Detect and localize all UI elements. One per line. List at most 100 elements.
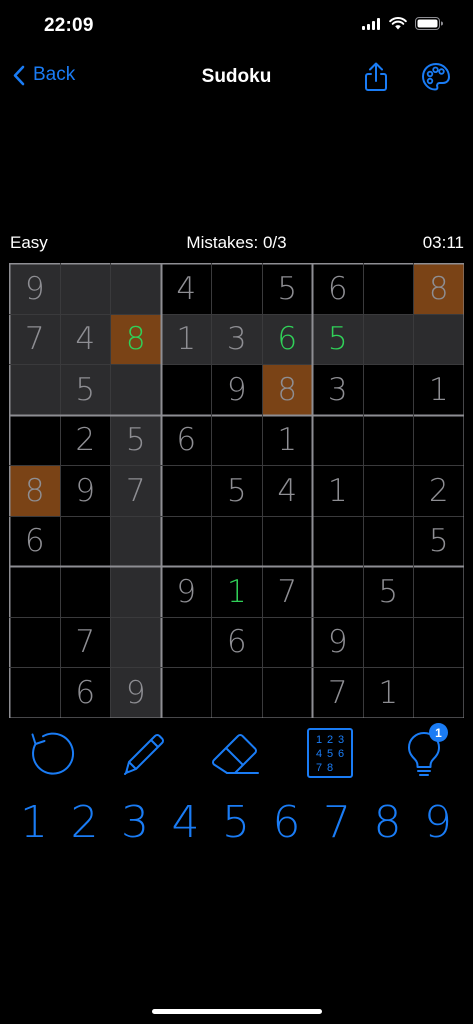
board-cell[interactable]: 1 [313, 466, 364, 517]
board-cell[interactable]: 6 [313, 264, 364, 315]
board-cell[interactable]: 7 [60, 617, 111, 668]
number-key-1[interactable]: 1 [9, 792, 59, 852]
board-cell[interactable] [60, 263, 111, 314]
board-cell[interactable] [10, 668, 61, 719]
board-cell[interactable]: 7 [313, 668, 364, 719]
board-cell[interactable] [212, 415, 263, 466]
board-cell[interactable]: 9 [313, 617, 364, 668]
board-cell[interactable] [161, 516, 212, 567]
board-cell[interactable] [414, 567, 465, 618]
board-cell[interactable]: 6 [60, 668, 111, 719]
board-cell[interactable]: 5 [212, 466, 263, 517]
board-cell[interactable]: 4 [161, 264, 212, 315]
board-cell[interactable] [110, 364, 161, 415]
battery-icon [415, 17, 443, 30]
share-button[interactable] [362, 61, 390, 98]
board-cell[interactable] [212, 264, 263, 315]
board-cell[interactable]: 3 [313, 365, 364, 416]
number-key-9[interactable]: 9 [413, 792, 463, 852]
board-cell[interactable]: 4 [262, 466, 313, 517]
board-cell[interactable] [363, 314, 414, 365]
board-cell[interactable]: 8 [262, 364, 313, 415]
board-cell[interactable]: 6 [262, 314, 313, 365]
board-cell[interactable] [414, 668, 465, 719]
board-cell[interactable]: 1 [363, 668, 414, 719]
board-cell[interactable] [161, 617, 212, 668]
board-cell[interactable] [413, 314, 464, 365]
board-cell[interactable] [110, 617, 161, 668]
board-cell[interactable]: 1 [414, 365, 465, 416]
board-cell[interactable] [110, 516, 161, 567]
board-cell[interactable] [262, 617, 313, 668]
board-cell[interactable] [414, 617, 465, 668]
number-key-5[interactable]: 5 [211, 792, 261, 852]
board-cell[interactable] [262, 516, 313, 567]
board-cell[interactable] [363, 516, 414, 567]
board-cell[interactable]: 9 [212, 365, 263, 416]
board-cell[interactable]: 9 [60, 466, 111, 517]
board-cell[interactable] [10, 567, 61, 618]
board-cell[interactable] [313, 567, 364, 618]
board-cell[interactable] [262, 668, 313, 719]
board-cell[interactable] [363, 264, 414, 315]
board-cell[interactable]: 6 [212, 617, 263, 668]
number-key-4[interactable]: 4 [161, 792, 211, 852]
board-cell[interactable]: 7 [110, 465, 161, 516]
board-cell[interactable]: 1 [212, 567, 263, 618]
board-cell[interactable]: 4 [60, 314, 111, 365]
board-cell[interactable] [161, 466, 212, 517]
board-cell[interactable] [161, 668, 212, 719]
board-cell[interactable] [363, 365, 414, 416]
board-cell[interactable] [10, 617, 61, 668]
board-cell[interactable] [212, 668, 263, 719]
board-cell[interactable] [110, 566, 161, 617]
number-key-7[interactable]: 7 [312, 792, 362, 852]
auto-notes-button[interactable]: 1 2 3 4 5 6 7 8 [302, 725, 358, 780]
board-cell[interactable]: 7 [9, 314, 60, 365]
board-cell[interactable]: 9 [161, 567, 212, 618]
board-cell[interactable]: 5 [312, 314, 363, 365]
board-cell[interactable] [212, 516, 263, 567]
board-cell[interactable] [60, 516, 111, 567]
board-cell[interactable] [10, 415, 61, 466]
number-key-3[interactable]: 3 [110, 792, 160, 852]
board-cell[interactable]: 8 [413, 263, 464, 314]
board-cell[interactable]: 7 [262, 567, 313, 618]
theme-palette-button[interactable] [420, 61, 452, 98]
board-cell[interactable]: 6 [161, 415, 212, 466]
board-cell[interactable] [363, 415, 414, 466]
board-cell[interactable] [313, 516, 364, 567]
board-cell[interactable] [60, 567, 111, 618]
hint-button[interactable]: 1 [396, 723, 452, 780]
board-cell[interactable]: 3 [211, 314, 262, 365]
board-cell[interactable]: 2 [60, 415, 111, 466]
board-cell[interactable]: 6 [10, 516, 61, 567]
pencil-icon [124, 733, 164, 775]
board-cell[interactable]: 5 [262, 264, 313, 315]
board-cell[interactable] [110, 263, 161, 314]
eraser-icon [212, 733, 259, 774]
board-cell[interactable]: 1 [161, 314, 212, 365]
board-cell[interactable]: 9 [110, 667, 161, 718]
board-cell[interactable]: 5 [363, 567, 414, 618]
board-cell[interactable]: 2 [414, 466, 465, 517]
board-cell[interactable] [363, 617, 414, 668]
board-cell[interactable] [9, 364, 60, 415]
pencil-button[interactable] [115, 725, 171, 780]
board-cell[interactable]: 1 [262, 415, 313, 466]
board-cell[interactable]: 8 [110, 314, 161, 365]
board-cell[interactable] [414, 415, 465, 466]
board-cell[interactable]: 9 [9, 263, 60, 314]
board-cell[interactable] [313, 415, 364, 466]
board-cell[interactable]: 8 [9, 465, 60, 516]
undo-button[interactable] [22, 725, 78, 780]
number-key-2[interactable]: 2 [60, 792, 110, 852]
board-cell[interactable]: 5 [110, 415, 161, 466]
number-key-6[interactable]: 6 [262, 792, 312, 852]
board-cell[interactable]: 5 [60, 364, 111, 415]
erase-button[interactable] [208, 725, 264, 780]
board-cell[interactable] [363, 466, 414, 517]
board-cell[interactable] [161, 365, 212, 416]
board-cell[interactable]: 5 [414, 516, 465, 567]
number-key-8[interactable]: 8 [363, 792, 413, 852]
